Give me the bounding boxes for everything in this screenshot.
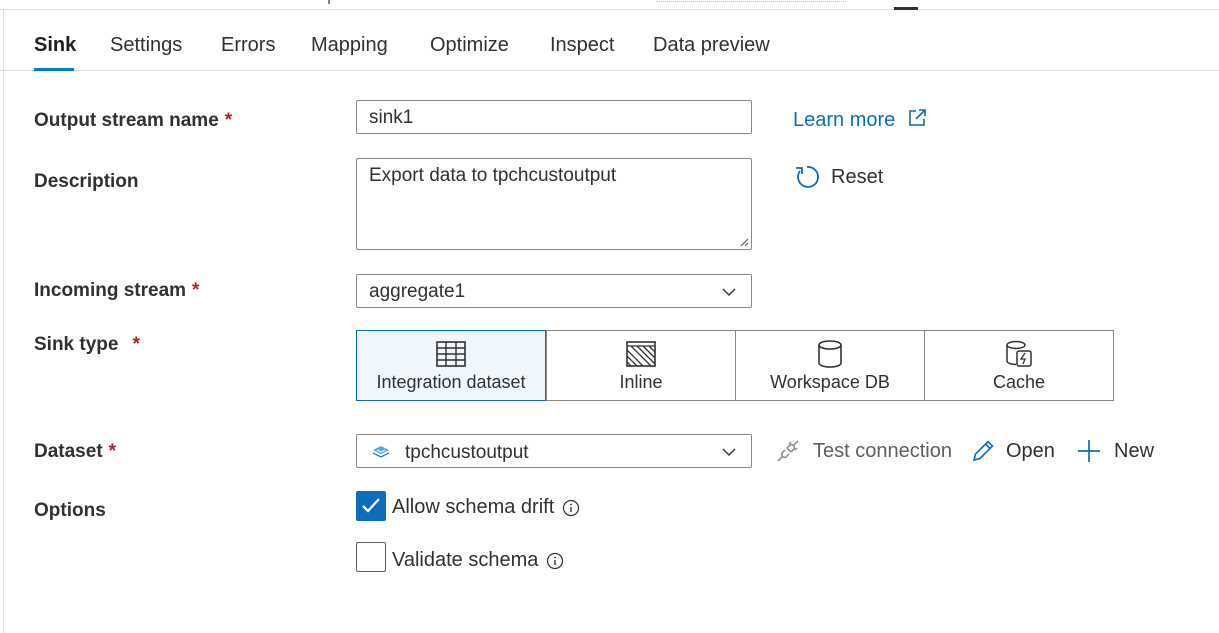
incoming-stream-select[interactable]: aggregate1 — [356, 274, 752, 308]
output-stream-name-input[interactable]: sink1 — [356, 100, 752, 134]
tab-mapping[interactable]: Mapping — [311, 34, 388, 57]
tab-settings[interactable]: Settings — [110, 34, 182, 57]
top-toolbar-strip — [0, 0, 1219, 10]
refresh-icon — [796, 166, 819, 188]
info-icon[interactable] — [546, 552, 564, 570]
plug-icon — [777, 440, 799, 462]
open-button[interactable]: Open — [970, 438, 1055, 464]
description-text: Export data to tpchcustoutput — [369, 165, 617, 186]
tab-sink[interactable]: Sink — [34, 34, 76, 57]
resize-grip-icon[interactable] — [739, 237, 749, 247]
sink-type-label-workspace-db: Workspace DB — [770, 372, 890, 392]
required-marker: * — [192, 280, 200, 301]
test-connection-button[interactable]: Test connection — [775, 438, 952, 464]
active-tab-indicator — [34, 68, 74, 71]
dataset-select[interactable]: tpchcustoutput — [356, 434, 752, 468]
cache-icon — [1006, 340, 1032, 367]
tab-inspect[interactable]: Inspect — [550, 34, 614, 57]
sink-type-workspace-db[interactable]: Workspace DB — [735, 330, 925, 401]
database-icon — [818, 340, 842, 368]
description-textarea[interactable]: Export data to tpchcustoutput — [356, 158, 752, 250]
sink-type-inline[interactable]: Inline — [546, 330, 736, 401]
incoming-stream-label: Incoming stream * — [34, 280, 200, 301]
required-marker: * — [224, 110, 233, 131]
sink-type-label: Sink type * — [34, 334, 140, 355]
dataset-value: tpchcustoutput — [405, 442, 529, 463]
plus-icon — [1078, 440, 1100, 462]
validate-schema-label: Validate schema — [392, 549, 564, 572]
dataset-label: Dataset * — [34, 441, 117, 462]
external-link-icon — [909, 109, 926, 126]
tab-bar: Sink Settings Errors Mapping Optimize In… — [0, 10, 1219, 71]
chevron-down-icon — [722, 448, 736, 456]
tab-data-preview[interactable]: Data preview — [653, 34, 770, 57]
required-marker: * — [132, 334, 140, 355]
tab-optimize[interactable]: Optimize — [430, 34, 509, 57]
pencil-icon — [972, 440, 994, 462]
checkmark-icon — [362, 498, 380, 513]
new-button[interactable]: New — [1076, 438, 1154, 464]
allow-schema-drift-checkbox[interactable] — [356, 491, 386, 521]
sink-type-integration-dataset[interactable]: Integration dataset — [356, 330, 546, 401]
incoming-stream-value: aggregate1 — [369, 281, 466, 302]
toolbar-fragment-dotted — [656, 1, 846, 2]
sink-type-cache[interactable]: Cache — [924, 330, 1114, 401]
required-marker: * — [108, 441, 117, 462]
sink-type-label-inline: Inline — [619, 372, 663, 392]
reset-button[interactable]: Reset — [793, 163, 883, 191]
allow-schema-drift-label: Allow schema drift — [392, 496, 580, 519]
toolbar-fragment — [328, 0, 330, 4]
learn-more-link[interactable]: Learn more — [793, 108, 927, 132]
chevron-down-icon — [722, 288, 736, 296]
dataset-icon — [372, 446, 390, 458]
validate-schema-checkbox[interactable] — [356, 542, 386, 572]
info-icon[interactable] — [562, 499, 580, 517]
options-label: Options — [34, 500, 106, 521]
tab-errors[interactable]: Errors — [221, 34, 275, 57]
sink-type-label-cache: Cache — [992, 372, 1046, 392]
description-label: Description — [34, 171, 139, 192]
output-stream-name-label: Output stream name * — [34, 110, 233, 131]
hatched-square-icon — [626, 341, 656, 367]
sink-type-label-integration: Integration dataset — [376, 372, 526, 392]
table-icon — [436, 341, 466, 367]
